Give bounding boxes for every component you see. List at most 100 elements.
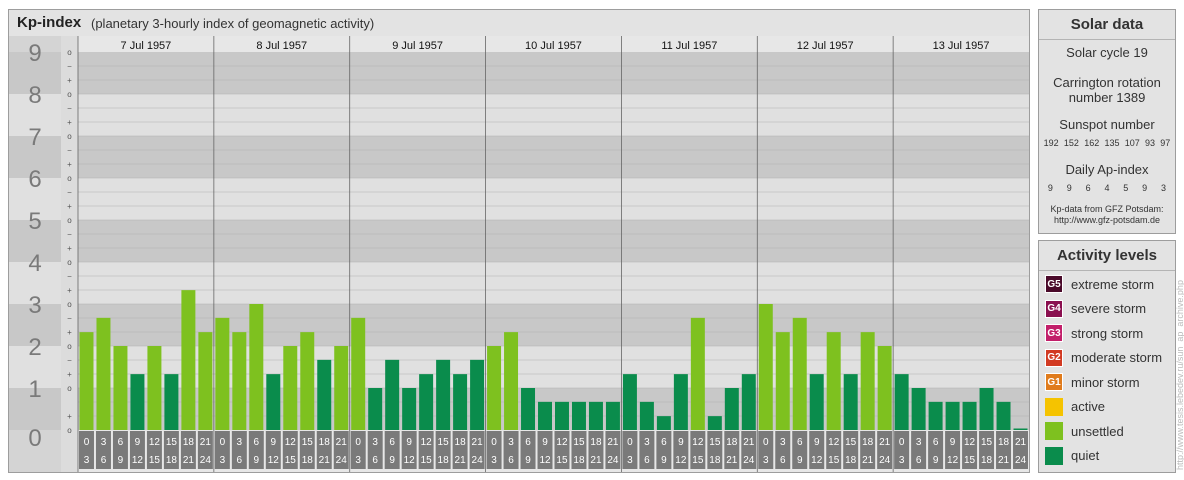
interval-start-label: 21: [200, 437, 212, 448]
sunspot-value: 152: [1063, 138, 1079, 148]
subtick-mark: o: [67, 384, 72, 393]
y-tick-label: 8: [28, 82, 41, 109]
interval-start-label: 15: [709, 437, 721, 448]
sunspot-value: 135: [1104, 138, 1120, 148]
subtick-mark: o: [67, 90, 72, 99]
interval-start-label: 0: [84, 437, 90, 448]
interval-start-label: 18: [455, 437, 467, 448]
interval-start-label: 0: [491, 437, 497, 448]
interval-start-label: 9: [814, 437, 820, 448]
kp-bar: [487, 346, 502, 430]
kp-bar: [996, 401, 1011, 430]
activity-levels-title: Activity levels: [1056, 247, 1158, 264]
kp-bar: [894, 374, 909, 430]
interval-start-label: 18: [590, 437, 602, 448]
interval-end-label: 21: [726, 455, 738, 466]
sunspot-value: 192: [1043, 138, 1059, 148]
interval-start-label: 18: [319, 437, 331, 448]
interval-end-label: 6: [508, 455, 514, 466]
interval-start-label: 3: [101, 437, 107, 448]
legend-item-strong-storm: G3 strong storm: [1045, 323, 1143, 343]
interval-end-label: 3: [491, 455, 497, 466]
kp-bar: [181, 290, 196, 430]
interval-end-label: 3: [899, 455, 905, 466]
kp-chart-panel: Kp-index (planetary 3-hourly index of ge…: [8, 9, 1030, 473]
kp-bar: [538, 401, 552, 430]
kp-bar: [962, 401, 977, 430]
interval-end-label: 21: [455, 455, 467, 466]
subtick-mark: −: [67, 62, 72, 71]
ap-value: 9: [1066, 183, 1072, 193]
interval-start-label: 6: [661, 437, 667, 448]
ap-value: 9: [1047, 183, 1053, 193]
interval-end-label: 15: [828, 455, 840, 466]
interval-start-label: 6: [525, 437, 531, 448]
kp-bar: [300, 332, 315, 430]
subtick-mark: +: [67, 286, 72, 295]
kp-bar: [1013, 428, 1028, 430]
kp-bar: [945, 401, 960, 430]
legend-item-severe-storm: G4 severe storm: [1045, 299, 1146, 319]
kp-bar: [860, 332, 875, 430]
interval-end-label: 15: [149, 455, 161, 466]
kp-bar: [317, 359, 332, 430]
carrington-line-1: Carrington rotation: [1053, 75, 1161, 90]
interval-start-label: 9: [271, 437, 277, 448]
y-tick-label: 3: [28, 292, 41, 319]
kp-bar: [521, 388, 536, 430]
solar-data-title: Solar data: [1070, 16, 1144, 33]
kp-bar: [266, 374, 281, 430]
source-link[interactable]: http://www.gfz-potsdam.de: [1039, 215, 1175, 226]
interval-end-label: 12: [268, 455, 280, 466]
kp-bar: [232, 332, 247, 430]
interval-start-label: 9: [950, 437, 956, 448]
interval-end-label: 3: [627, 455, 633, 466]
ap-value: 4: [1104, 183, 1110, 193]
interval-end-label: 18: [981, 455, 993, 466]
interval-start-label: 18: [726, 437, 738, 448]
legend-label: active: [1071, 399, 1105, 414]
day-label: 9 Jul 1957: [392, 40, 443, 52]
interval-start-label: 0: [899, 437, 905, 448]
day-label: 11 Jul 1957: [661, 40, 717, 52]
ap-value: 6: [1085, 183, 1091, 193]
kp-bar: [402, 388, 417, 430]
interval-start-label: 6: [389, 437, 395, 448]
interval-start-label: 6: [933, 437, 939, 448]
subtick-mark: o: [67, 300, 72, 309]
interval-end-label: 21: [183, 455, 195, 466]
subtick-mark: o: [67, 132, 72, 141]
legend-swatch: G1: [1045, 373, 1063, 391]
interval-start-label: 18: [862, 437, 874, 448]
kp-bar: [724, 388, 739, 430]
interval-start-label: 21: [743, 437, 755, 448]
kp-band: [78, 220, 1029, 262]
interval-end-label: 12: [404, 455, 416, 466]
interval-start-label: 12: [421, 437, 433, 448]
subtick-mark: −: [67, 104, 72, 113]
interval-end-label: 9: [118, 455, 124, 466]
interval-end-label: 24: [472, 455, 484, 466]
subtick-mark: −: [67, 146, 72, 155]
kp-bar-chart: o+o+−o+−o+−o+−o+−o+−o+−o+−o0123456789 7 J…: [9, 36, 1029, 472]
interval-start-label: 3: [508, 437, 514, 448]
kp-bar: [113, 346, 128, 430]
kp-bar: [147, 346, 162, 430]
interval-start-label: 3: [372, 437, 378, 448]
interval-start-label: 15: [573, 437, 585, 448]
source-credit: http://www.tesis.lebedev.ru/sun_ap_archi…: [1175, 280, 1184, 470]
kp-bar: [809, 374, 824, 430]
subtick-mark: −: [67, 272, 72, 281]
legend-swatch: G4: [1045, 299, 1063, 318]
interval-end-label: 21: [319, 455, 331, 466]
interval-start-label: 12: [964, 437, 976, 448]
ap-value: 9: [1142, 183, 1148, 193]
y-tick-label: 0: [28, 425, 41, 452]
kp-band: [78, 178, 1029, 220]
solar-cycle: Solar cycle 19: [1066, 45, 1148, 60]
interval-start-label: 15: [981, 437, 993, 448]
y-tick-label: 6: [28, 166, 41, 193]
subtick-mark: −: [67, 230, 72, 239]
subtick-mark: o: [67, 174, 72, 183]
legend-swatch: [1045, 446, 1063, 465]
